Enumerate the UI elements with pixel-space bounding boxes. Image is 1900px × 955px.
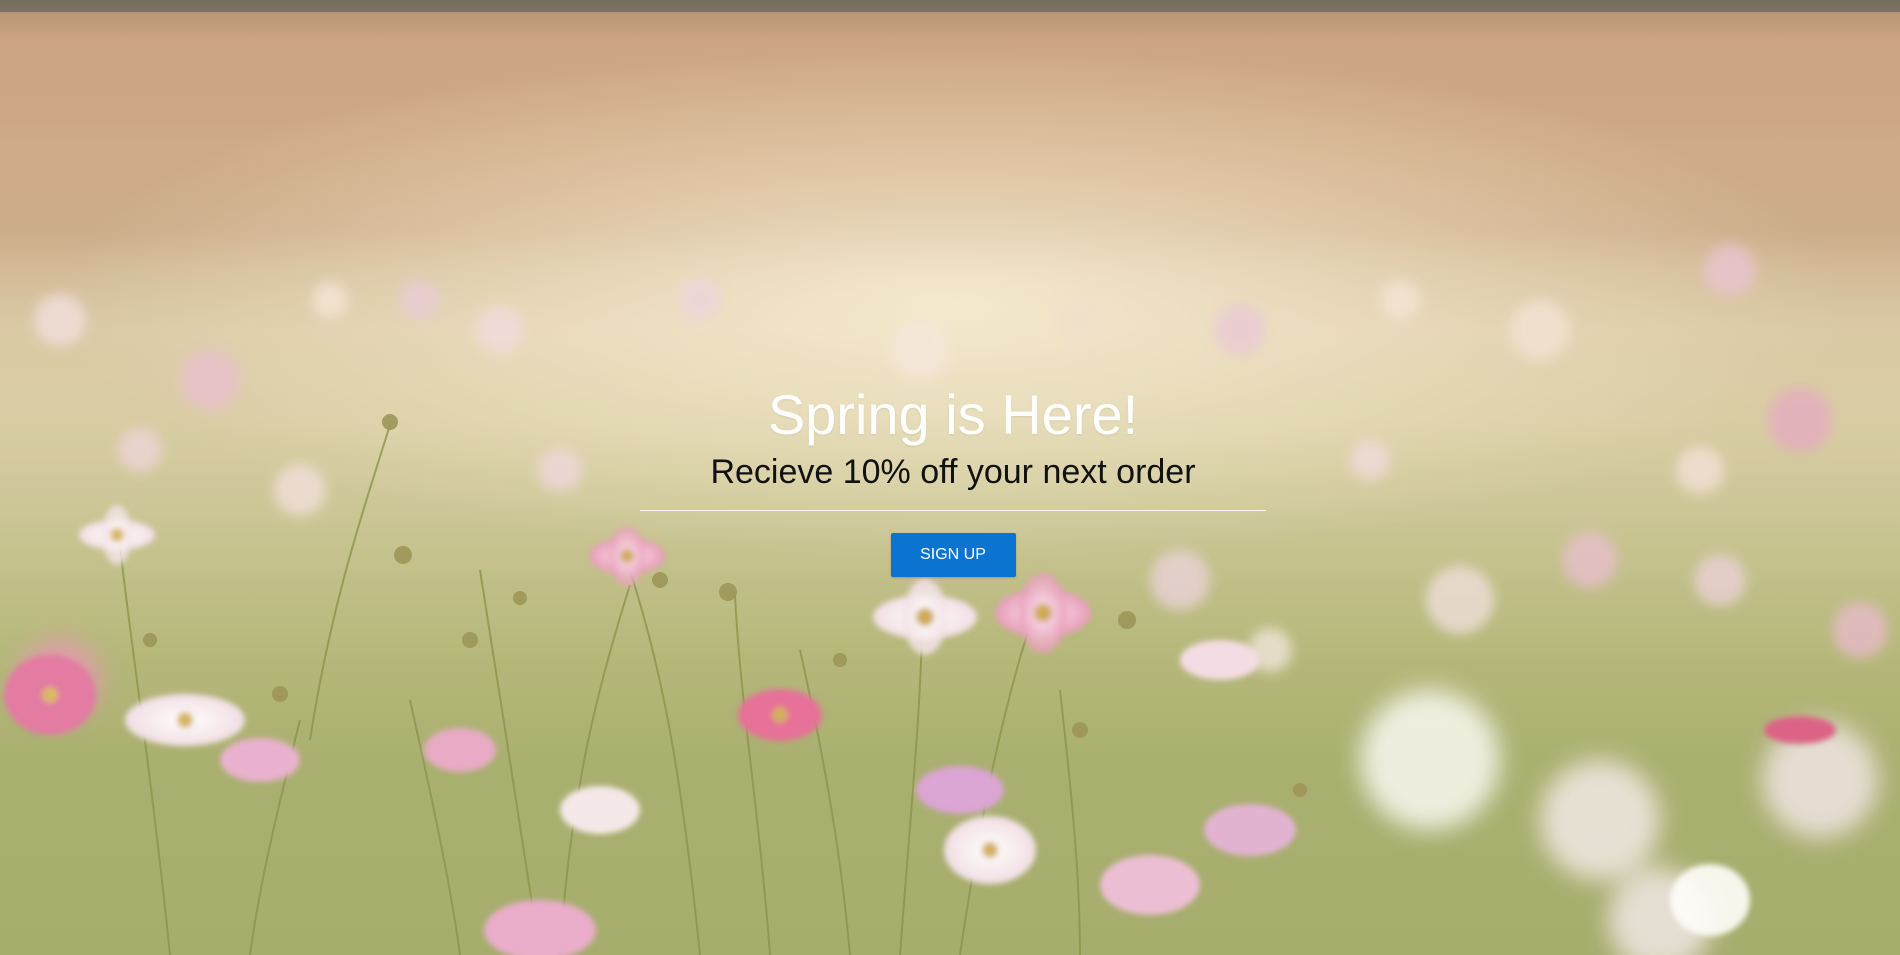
subheadline: Recieve 10% off your next order: [710, 453, 1196, 491]
promo-panel: Spring is Here! Recieve 10% off your nex…: [640, 380, 1266, 577]
sign-up-button[interactable]: SIGN UP: [890, 533, 1016, 577]
hero-banner: Spring is Here! Recieve 10% off your nex…: [0, 0, 1900, 955]
headline: Spring is Here!: [767, 383, 1139, 446]
divider: [640, 510, 1266, 511]
